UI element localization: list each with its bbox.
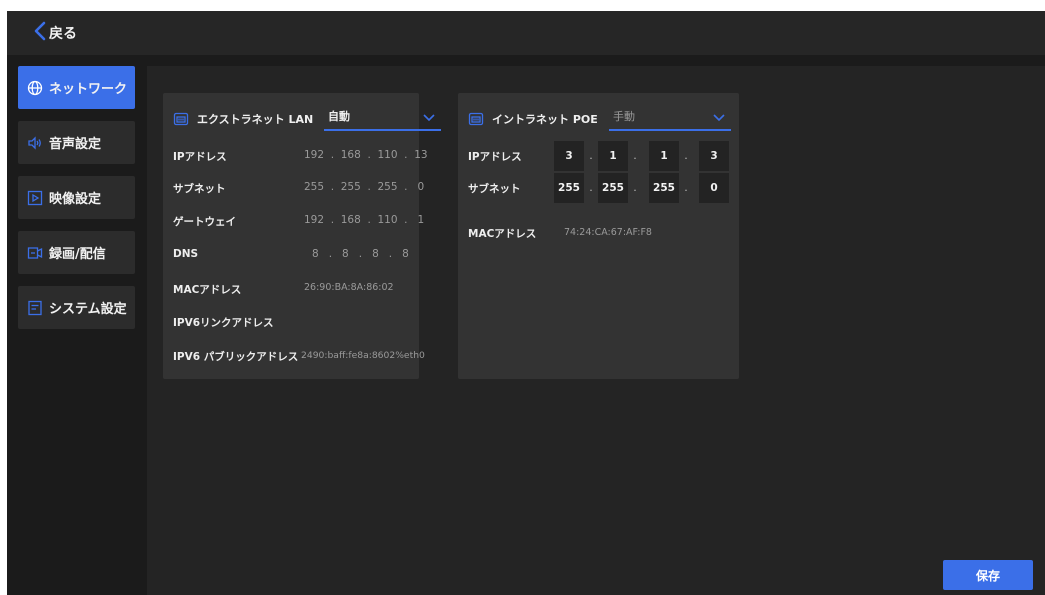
separator: . [589,181,593,194]
subnet-label: サブネット [173,183,226,195]
panel-title: イントラネット POE [492,113,598,126]
sidebar-item-network[interactable]: ネットワーク [18,66,135,109]
chevron-left-icon [33,21,47,45]
globe-icon [27,80,43,96]
subnet-octet-3-input[interactable]: 255 [649,173,679,203]
subnet-octet-1-input[interactable]: 255 [554,173,584,203]
save-button[interactable]: 保存 [943,560,1033,590]
separator: . [684,149,688,162]
speaker-icon [27,135,43,151]
ip-octet-3-input[interactable]: 1 [649,141,679,171]
separator: . [684,181,688,194]
back-label: 戻る [49,26,77,42]
sidebar-item-system[interactable]: システム設定 [18,286,135,329]
panel-header: イントラネット POE [468,105,598,133]
extranet-lan-panel: エクストラネット LAN 自動 IPアドレス 192 . 168 . 110 .… [163,93,441,379]
mac-address-value: 74:24:CA:67:AF:F8 [564,227,652,238]
mac-address-label: MACアドレス [468,228,537,240]
mac-address-value: 26:90:BA:8A:86:02 [304,282,394,293]
sidebar-item-label: 映像設定 [49,192,102,207]
extranet-mode-select[interactable]: 自動 [324,103,441,131]
panel-header: エクストラネット LAN [173,105,313,133]
ip-octet-2-input[interactable]: 1 [598,141,628,171]
subnet-octet-2-input[interactable]: 255 [598,173,628,203]
ethernet-port-icon [468,111,484,127]
sidebar-item-label: ネットワーク [49,82,128,97]
dns-label: DNS [173,248,199,260]
ip-octet-1-input[interactable]: 3 [554,141,584,171]
separator: . [589,149,593,162]
gateway-value: 192 . 168 . 110 . 1 [304,214,425,226]
ipv6-public-address-label: IPV6 パブリックアドレス [173,351,299,363]
dns-value: 8 . 8 . 8 . 8 [312,248,409,260]
record-icon [27,245,43,261]
ipv6-public-address-value: 2490:baff:fe8a:8602%eth0 [301,350,425,361]
main-content: エクストラネット LAN 自動 IPアドレス 192 . 168 . 110 .… [147,66,1045,595]
ipv6-link-address-label: IPV6リンクアドレス [173,317,274,329]
mode-value: 自動 [328,110,350,123]
play-icon [27,190,43,206]
chevron-down-icon [423,107,435,126]
settings-doc-icon [27,300,43,316]
intranet-mode-select[interactable]: 手動 [609,103,731,131]
ethernet-port-icon [173,111,189,127]
ip-octet-4-input[interactable]: 3 [699,141,729,171]
intranet-poe-panel: イントラネット POE 手動 IPアドレス 3 . 1 . 1 . 3 サブネッ… [458,93,739,379]
chevron-down-icon [713,107,725,126]
back-button[interactable]: 戻る [33,21,77,45]
sidebar-item-label: 録画/配信 [49,247,106,262]
gateway-label: ゲートウェイ [173,216,236,228]
sidebar-item-video[interactable]: 映像設定 [18,176,135,219]
mac-address-label: MACアドレス [173,284,242,296]
subnet-octet-4-input[interactable]: 0 [699,173,729,203]
top-bar: 戻る [7,11,1045,55]
separator: . [633,181,637,194]
sidebar-item-audio[interactable]: 音声設定 [18,121,135,164]
ip-address-value: 192 . 168 . 110 . 13 [304,149,428,161]
subnet-label: サブネット [468,183,521,195]
subnet-value: 255 . 255 . 255 . 0 [304,181,425,193]
sidebar-item-record[interactable]: 録画/配信 [18,231,135,274]
mode-value: 手動 [613,110,635,123]
panel-title: エクストラネット LAN [197,113,314,126]
ip-address-label: IPアドレス [173,151,227,163]
separator: . [633,149,637,162]
sidebar-item-label: システム設定 [49,302,127,317]
app-window: 戻る ネットワーク 音声設定 映像設定 録画/配信 システム設定 エクストラネッ… [7,11,1045,595]
sidebar-item-label: 音声設定 [49,137,102,152]
ip-address-label: IPアドレス [468,151,522,163]
